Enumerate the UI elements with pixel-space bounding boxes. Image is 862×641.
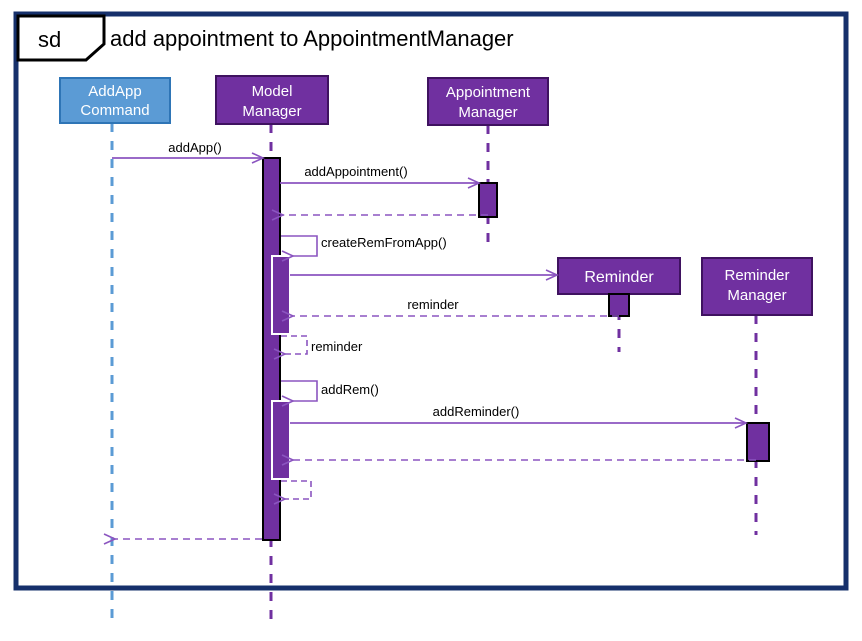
participant-label-line1: Model bbox=[252, 83, 293, 100]
message-label: addReminder() bbox=[433, 404, 520, 419]
message-label: reminder bbox=[311, 339, 363, 354]
activation-appt bbox=[478, 182, 498, 218]
participant-label-line2: Manager bbox=[242, 103, 301, 120]
participant-label-line1: AddApp bbox=[88, 83, 141, 100]
participant-label-line2: Command bbox=[80, 102, 149, 119]
message-label: reminder bbox=[407, 297, 459, 312]
message-label: addRem() bbox=[321, 382, 379, 397]
activation-reminder bbox=[608, 293, 630, 317]
participant-label-line1: Appointment bbox=[446, 84, 531, 101]
participant-addapp[interactable]: AddApp Command bbox=[59, 77, 171, 124]
participant-label-line2: Manager bbox=[458, 104, 517, 121]
diagram-svg: AddApp Command Model Manager Appointment… bbox=[13, 11, 849, 620]
activation-model-nested-2 bbox=[271, 400, 291, 480]
activation-model-main bbox=[262, 157, 281, 541]
activation-remmgr bbox=[746, 422, 770, 462]
participant-model[interactable]: Model Manager bbox=[215, 75, 329, 125]
diagram-title: add appointment to AppointmentManager bbox=[110, 26, 514, 51]
message-label: addApp() bbox=[168, 140, 221, 155]
participant-reminder[interactable]: Reminder bbox=[557, 257, 681, 295]
sequence-diagram-canvas: AddApp Command Model Manager Appointment… bbox=[0, 0, 862, 641]
participant-appt[interactable]: Appointment Manager bbox=[427, 77, 549, 126]
message-label: createRemFromApp() bbox=[321, 235, 447, 250]
participant-label-line1: Reminder bbox=[584, 269, 654, 286]
participant-label-line2: Manager bbox=[727, 287, 786, 304]
participant-remmgr[interactable]: Reminder Manager bbox=[701, 257, 813, 316]
frame-tag-label: sd bbox=[38, 27, 61, 52]
participant-label-line1: Reminder bbox=[724, 267, 789, 284]
activation-model-nested-1 bbox=[271, 255, 291, 335]
message-label: addAppointment() bbox=[304, 164, 407, 179]
